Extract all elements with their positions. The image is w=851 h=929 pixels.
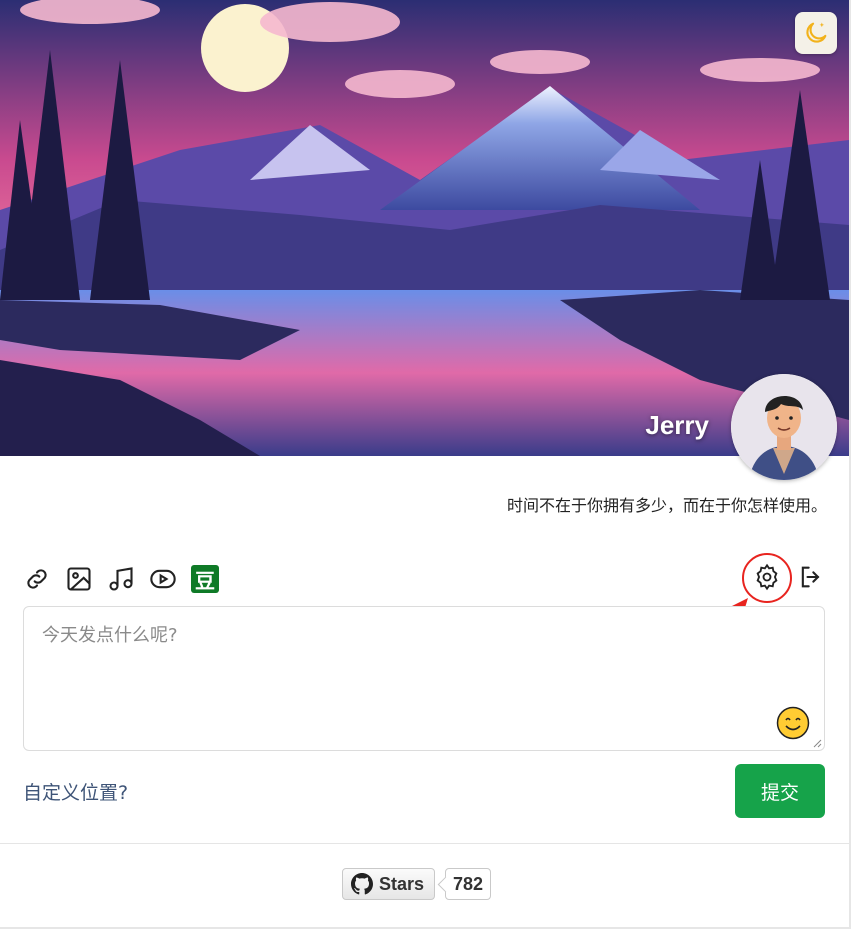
editor-right-tools xyxy=(752,562,826,592)
profile-motto: 时间不在于你拥有多少，而在于你怎样使用。 xyxy=(506,496,827,515)
image-icon xyxy=(67,567,91,591)
editor-toolbar: 豆 xyxy=(22,562,220,596)
landscape-illustration xyxy=(0,0,849,456)
custom-location-link[interactable]: 自定义位置? xyxy=(23,778,128,805)
insert-video-button[interactable] xyxy=(148,564,178,594)
github-icon xyxy=(351,873,373,895)
memo-textarea[interactable] xyxy=(24,607,824,750)
emoji-icon[interactable] xyxy=(776,706,810,740)
music-icon xyxy=(109,567,133,591)
resize-handle[interactable] xyxy=(812,738,822,748)
moon-icon xyxy=(806,22,827,43)
github-stars-button[interactable]: Stars xyxy=(342,868,436,900)
divider xyxy=(0,843,849,844)
settings-icon xyxy=(756,563,778,591)
insert-music-button[interactable] xyxy=(106,564,136,594)
insert-douban-button[interactable]: 豆 xyxy=(190,564,220,594)
submit-button[interactable]: 提交 xyxy=(735,764,825,818)
video-icon xyxy=(150,569,176,589)
github-stars-count[interactable]: 782 xyxy=(445,868,492,900)
memo-card: Jerry 时间不在于你拥有多少，而在于你怎样使用。 豆 今天发点什么呢? 自定… xyxy=(0,0,851,929)
link-icon xyxy=(27,569,47,589)
username: Jerry xyxy=(645,410,709,440)
header-banner: Jerry xyxy=(0,0,849,456)
memo-editor xyxy=(23,606,825,751)
avatar[interactable] xyxy=(731,374,837,480)
logout-button[interactable] xyxy=(796,562,826,592)
insert-image-button[interactable] xyxy=(64,564,94,594)
avatar-illustration xyxy=(731,374,837,480)
insert-link-button[interactable] xyxy=(22,564,52,594)
douban-icon: 豆 xyxy=(191,565,219,593)
settings-button[interactable] xyxy=(752,562,782,592)
github-stars-label: Stars xyxy=(379,873,425,894)
logout-icon xyxy=(801,566,820,588)
theme-toggle-button[interactable] xyxy=(795,12,837,54)
github-stars-widget: Stars 782 xyxy=(342,868,492,900)
